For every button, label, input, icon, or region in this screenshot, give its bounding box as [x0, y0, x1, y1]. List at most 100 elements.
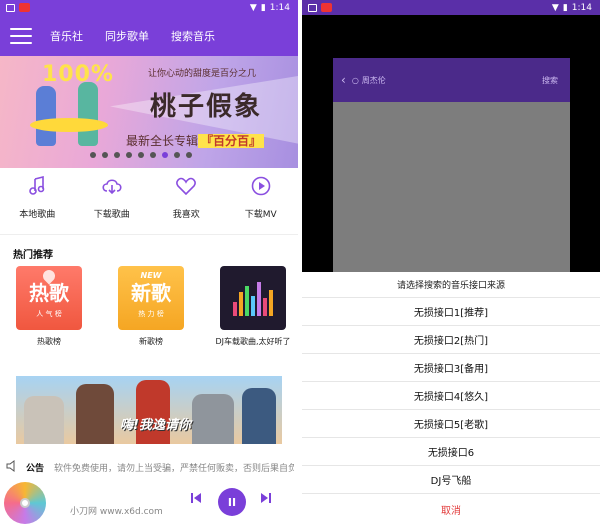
source-option-4[interactable]: 无损接口4[悠久] — [302, 382, 600, 410]
app-bar: 音乐社 同步歌单 搜索音乐 — [0, 15, 298, 56]
page-dot[interactable] — [174, 152, 180, 158]
banner-subtitle-prefix: 最新全长专辑 — [126, 134, 199, 148]
hot-tiles: 热歌 人 气 榜 热歌榜 NEW 新歌 热 力 榜 新歌榜 DJ车载歌曲,太好听… — [16, 266, 291, 347]
hot-section-title: 热门推荐 — [13, 250, 53, 261]
banner-title: 桃子假象 — [150, 92, 263, 122]
ad-character — [192, 394, 234, 444]
notice-text: 软件免费使用，请勿上当受骗，严禁任何贩卖，否则后果自负； — [54, 463, 295, 474]
banner-surfboard — [30, 118, 108, 132]
quick-label: 本地歌曲 — [19, 210, 56, 220]
tile-caption: DJ车载歌曲,太好听了 — [215, 337, 291, 346]
sheet-title: 请选择搜索的音乐接口来源 — [302, 272, 600, 298]
banner-pagination — [90, 152, 192, 158]
tab-search-music[interactable]: 搜索音乐 — [171, 28, 215, 44]
quick-download-mv[interactable]: 下载MV — [224, 175, 299, 235]
app-badge-icon — [19, 3, 30, 12]
previous-icon[interactable] — [190, 492, 202, 507]
source-option-2[interactable]: 无损接口2[热门] — [302, 326, 600, 354]
wifi-icon: ▼ — [249, 2, 257, 13]
tile-hot-songs[interactable]: 热歌 人 气 榜 热歌榜 — [16, 266, 82, 347]
disc-center — [20, 498, 30, 508]
watermark: 小刀网 www.x6d.com — [70, 507, 163, 517]
hamburger-menu-icon[interactable] — [10, 27, 32, 44]
dimmed-search-button: 搜索 — [542, 75, 558, 85]
quick-local-songs[interactable]: 本地歌曲 — [0, 175, 75, 235]
next-icon[interactable] — [260, 492, 272, 507]
mini-player: 小刀网 www.x6d.com II — [0, 478, 298, 528]
search-source-screen: ▼ ▮ 1:14 ‹ ○ 周杰伦 搜索 请选择搜索的音乐接口来源 无损接口1[推… — [302, 0, 600, 528]
source-picker-sheet: 请选择搜索的音乐接口来源 无损接口1[推荐] 无损接口2[热门] 无损接口3[备… — [302, 272, 600, 528]
album-disc[interactable] — [4, 482, 46, 524]
notice-label: 公告 — [26, 463, 45, 474]
tile-new-songs[interactable]: NEW 新歌 热 力 榜 新歌榜 — [118, 266, 184, 347]
banner-figure-right — [78, 82, 98, 146]
battery-icon: ▮ — [562, 2, 568, 13]
status-icons-left — [6, 3, 30, 12]
ad-banner[interactable]: 嗨!我逸请你 — [16, 376, 282, 444]
banner-subtitle-highlight: 『百分百』 — [198, 134, 265, 148]
dimmed-search-field: ○ 周杰伦 — [352, 75, 386, 86]
app-badge-icon — [321, 3, 332, 12]
status-right: ▼ ▮ 1:14 — [250, 3, 290, 13]
status-time: 1:14 — [571, 2, 592, 13]
quick-label: 我喜欢 — [172, 210, 200, 220]
tile-dj-songs[interactable]: DJ车载歌曲,太好听了 — [215, 266, 291, 347]
page-dot-active[interactable] — [162, 152, 168, 158]
screenshot-root: ▼ ▮ 1:14 音乐社 同步歌单 搜索音乐 100% 让你心动的甜度是百分之几… — [0, 0, 600, 528]
page-dot[interactable] — [102, 152, 108, 158]
banner-subtitle: 最新全长专辑 『百分百』 — [126, 132, 265, 149]
page-dot[interactable] — [90, 152, 96, 158]
pause-button[interactable]: II — [218, 488, 246, 516]
tile-small-text: 热 力 榜 — [138, 310, 164, 318]
source-option-5[interactable]: 无损接口5[老歌] — [302, 410, 600, 438]
quick-download-songs[interactable]: 下载歌曲 — [75, 175, 150, 235]
tile-big-text: 新歌 — [131, 281, 171, 305]
banner-slogan: 让你心动的甜度是百分之几 — [148, 69, 257, 79]
search-icon: ○ — [351, 75, 359, 85]
pause-icon: II — [227, 495, 237, 509]
source-option-1[interactable]: 无损接口1[推荐] — [302, 298, 600, 326]
ad-character — [76, 384, 114, 444]
status-bar: ▼ ▮ 1:14 — [302, 0, 600, 15]
ad-character — [242, 388, 276, 444]
status-bar: ▼ ▮ 1:14 — [0, 0, 298, 15]
window-icon — [6, 3, 15, 12]
dimmed-search-page: ‹ ○ 周杰伦 搜索 — [333, 58, 570, 272]
tile-caption: 热歌榜 — [37, 337, 61, 346]
tile-cover — [220, 266, 286, 330]
source-option-6[interactable]: 无损接口6 — [302, 438, 600, 466]
tab-sync-playlist[interactable]: 同步歌单 — [105, 28, 149, 44]
source-option-3[interactable]: 无损接口3[备用] — [302, 354, 600, 382]
status-time: 1:14 — [269, 2, 290, 13]
ad-text: 嗨!我逸请你 — [120, 418, 191, 433]
cloud-download-icon — [101, 175, 123, 197]
cancel-button[interactable]: 取消 — [302, 494, 600, 524]
play-circle-icon — [250, 175, 272, 197]
divider — [0, 234, 298, 235]
banner-percent: 100% — [42, 62, 114, 87]
page-dot[interactable] — [150, 152, 156, 158]
tile-cover: 热歌 人 气 榜 — [16, 266, 82, 330]
page-dot[interactable] — [126, 152, 132, 158]
heart-icon — [175, 175, 197, 197]
page-dot[interactable] — [138, 152, 144, 158]
page-dot[interactable] — [114, 152, 120, 158]
back-icon: ‹ — [341, 73, 346, 87]
ad-character — [136, 380, 170, 444]
quick-actions: 本地歌曲 下载歌曲 我喜欢 下载MV — [0, 175, 298, 235]
ad-character — [24, 396, 64, 444]
battery-icon: ▮ — [260, 2, 266, 13]
dimmed-search-text: 周杰伦 — [361, 75, 386, 85]
window-icon — [308, 3, 317, 12]
status-icons-left — [308, 3, 332, 12]
page-dot[interactable] — [186, 152, 192, 158]
tile-small-text: 人 气 榜 — [36, 310, 62, 318]
quick-favorites[interactable]: 我喜欢 — [149, 175, 224, 235]
banner-figure-left — [36, 86, 56, 146]
tile-caption: 新歌榜 — [139, 337, 163, 346]
wifi-icon: ▼ — [551, 2, 559, 13]
music-note-icon — [26, 175, 48, 197]
speaker-icon — [6, 459, 20, 475]
tab-music-club[interactable]: 音乐社 — [50, 28, 83, 44]
source-option-dj[interactable]: DJ号飞船 — [302, 466, 600, 494]
